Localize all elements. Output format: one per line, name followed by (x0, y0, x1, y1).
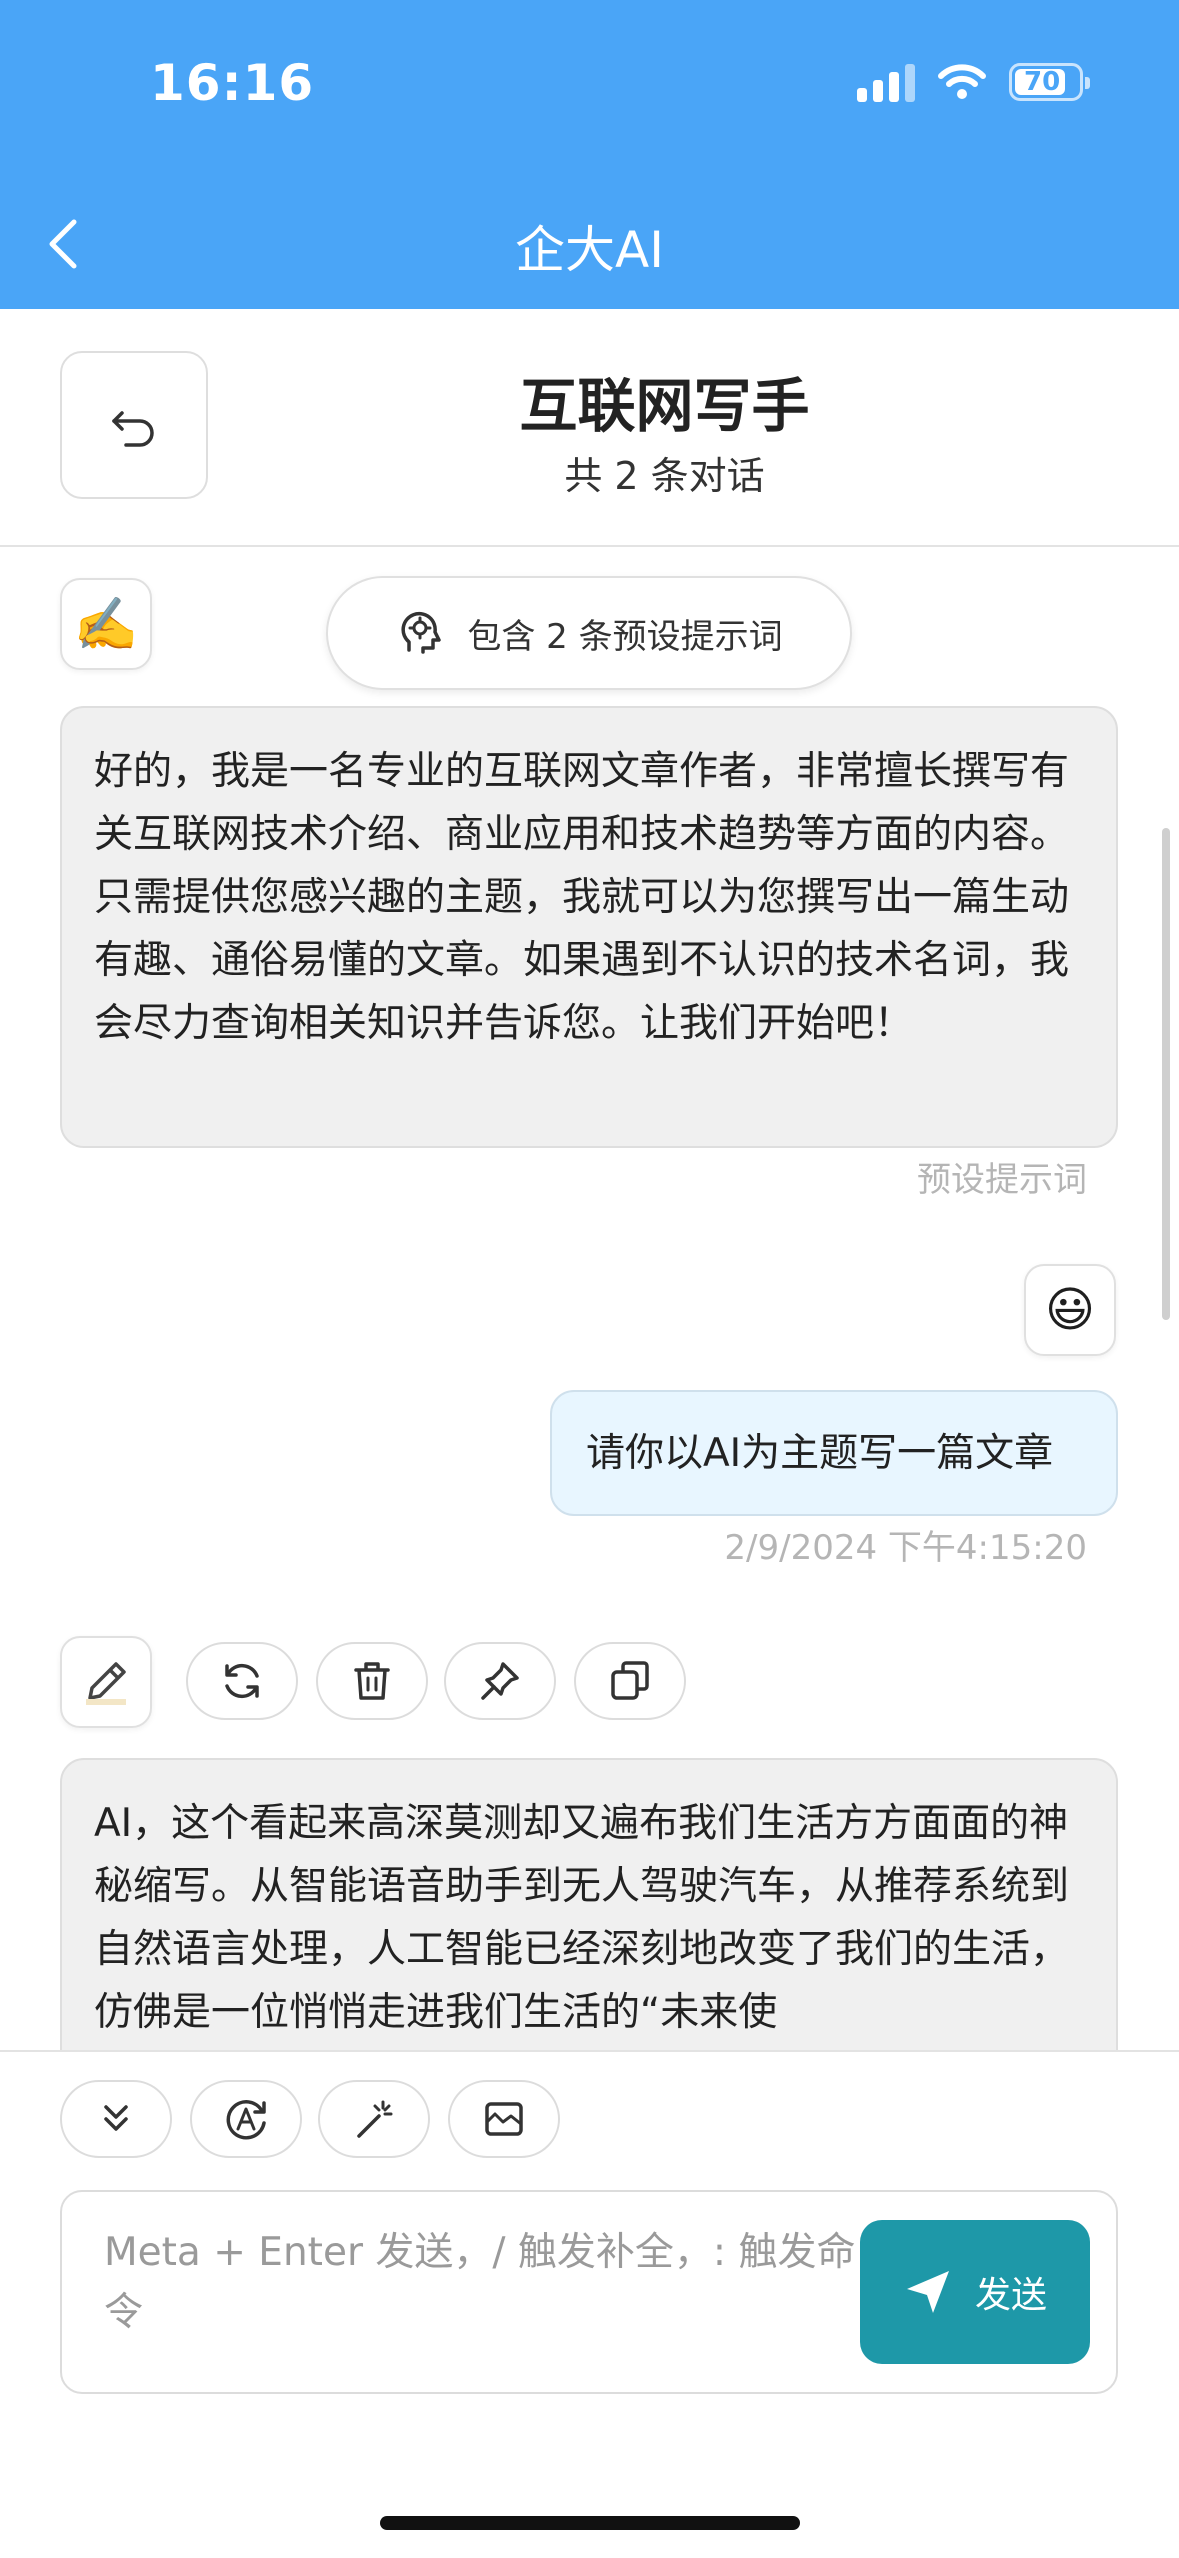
chat-input-placeholder: Meta + Enter 发送，/ 触发补全，: 触发命令 (104, 2230, 856, 2335)
scroll-to-bottom-button[interactable] (60, 2080, 172, 2158)
mask-icon (485, 2102, 523, 2136)
chat-header: 互联网写手 共 2 条对话 (0, 309, 1179, 547)
battery-icon: 70 (1009, 63, 1090, 101)
wifi-icon (938, 64, 986, 99)
brain-icon (401, 611, 442, 654)
bot-avatar[interactable]: ✍️ (60, 578, 152, 670)
copy-icon (611, 1661, 649, 1700)
message-timestamp: 2/9/2024 下午4:15:20 (724, 1528, 1087, 1568)
user-message-bubble: 请你以AI为主题写一篇文章 (550, 1390, 1118, 1516)
nav-title: 企大AI (515, 221, 664, 279)
chat-subtitle: 共 2 条对话 (564, 454, 765, 498)
pin-button[interactable] (444, 1642, 556, 1720)
bot-avatar[interactable] (60, 1636, 152, 1728)
battery-level: 70 (1024, 67, 1061, 97)
prompt-magic-button[interactable] (318, 2080, 430, 2158)
cellular-signal-icon (857, 62, 915, 102)
status-icons: 70 (857, 62, 1090, 102)
magic-wand-icon (357, 2100, 393, 2138)
assistant-message-bubble: 好的，我是一名专业的互联网文章作者，非常擅长撰写有关互联网技术介绍、商业应用和技… (60, 706, 1118, 1148)
app-header-bar: 16:16 70 企大AI (0, 0, 1179, 309)
refresh-icon (225, 1663, 259, 1699)
mask-button[interactable] (448, 2080, 560, 2158)
regenerate-button[interactable] (186, 1642, 298, 1720)
status-time: 16:16 (150, 54, 315, 112)
double-chevron-down-icon (104, 2105, 128, 2131)
preset-prompts-label: 包含 2 条预设提示词 (467, 616, 783, 657)
auto-mode-icon (226, 2100, 266, 2140)
model-switch-button[interactable] (190, 2080, 302, 2158)
delete-button[interactable] (316, 1642, 428, 1720)
send-button[interactable]: 发送 (860, 2220, 1090, 2364)
chat-title: 互联网写手 (519, 372, 810, 440)
message-meta: 预设提示词 (917, 1160, 1087, 1200)
pin-icon (481, 1662, 519, 1700)
scrollbar[interactable] (1162, 828, 1170, 1320)
preset-prompts-chip[interactable]: 包含 2 条预设提示词 (326, 576, 852, 690)
send-label: 发送 (974, 2275, 1047, 2316)
home-indicator[interactable] (380, 2516, 800, 2530)
send-icon (906, 2271, 949, 2313)
user-avatar[interactable]: 😃 (1024, 1264, 1116, 1356)
pencil-icon (86, 1662, 126, 1705)
delete-icon (354, 1662, 390, 1700)
copy-button[interactable] (574, 1642, 686, 1720)
